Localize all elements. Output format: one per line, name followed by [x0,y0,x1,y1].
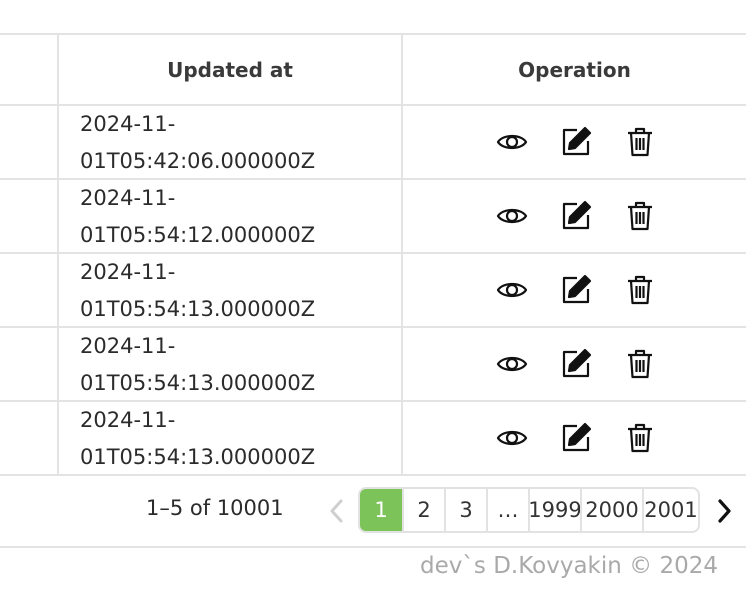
delete-button[interactable] [623,199,656,232]
view-button[interactable] [495,273,528,306]
edit-icon [562,126,591,155]
view-button[interactable] [495,125,528,158]
page-button-3[interactable]: 3 [444,489,486,531]
updated-at-line: 01T05:54:13.000000Z [80,445,316,469]
updated-at-cell: 2024-11- 01T05:54:13.000000Z [80,402,400,476]
next-page-button[interactable] [712,496,736,526]
delete-button[interactable] [623,347,656,380]
updated-at-line: 01T05:54:12.000000Z [80,223,316,247]
updated-at-cell: 2024-11- 01T05:54:13.000000Z [80,254,400,328]
updated-at-line: 2024-11- [80,112,176,136]
trash-icon [627,201,652,230]
page-ellipsis[interactable]: … [486,489,528,531]
row-operations [495,347,656,380]
page-button-2001[interactable]: 2001 [642,489,698,531]
chevron-right-icon [718,499,731,523]
trash-icon [627,275,652,304]
row-operations [495,125,656,158]
view-button[interactable] [495,347,528,380]
eye-icon [496,282,527,297]
eye-icon [496,134,527,149]
edit-icon [562,348,591,377]
table-row: 2024-11- 01T05:54:13.000000Z [0,328,746,400]
prev-page-button[interactable] [325,496,349,526]
eye-icon [496,430,527,445]
view-button[interactable] [495,421,528,454]
eye-icon [496,356,527,371]
page-button-2[interactable]: 2 [402,489,444,531]
row-operations [495,421,656,454]
trash-icon [627,349,652,378]
trash-icon [627,423,652,452]
edit-icon [562,200,591,229]
updated-at-line: 2024-11- [80,260,176,284]
updated-at-line: 01T05:54:13.000000Z [80,371,316,395]
row-operations [495,199,656,232]
trash-icon [627,127,652,156]
updated-at-cell: 2024-11- 01T05:54:12.000000Z [80,180,400,254]
updated-at-line: 01T05:54:13.000000Z [80,297,316,321]
edit-button[interactable] [559,125,592,158]
column-header-updated-at[interactable]: Updated at [59,35,401,104]
updated-at-line: 2024-11- [80,408,176,432]
updated-at-line: 01T05:42:06.000000Z [80,149,316,173]
table-row: 2024-11- 01T05:54:13.000000Z [0,254,746,326]
page-button-2000[interactable]: 2000 [580,489,642,531]
delete-button[interactable] [623,421,656,454]
table-row: 2024-11- 01T05:42:06.000000Z [0,106,746,178]
updated-at-cell: 2024-11- 01T05:54:13.000000Z [80,328,400,402]
page-buttons: 1 2 3… 1999 2000 2001 [358,487,700,533]
delete-button[interactable] [623,125,656,158]
column-header-operation: Operation [518,57,631,82]
view-button[interactable] [495,199,528,232]
updated-at-line: 2024-11- [80,334,176,358]
table-row: 2024-11- 01T05:54:13.000000Z [0,402,746,474]
edit-icon [562,422,591,451]
edit-button[interactable] [559,273,592,306]
edit-button[interactable] [559,199,592,232]
eye-icon [496,208,527,223]
pagination-range: 1–5 of 10001 [146,496,284,520]
page-button-1999[interactable]: 1999 [528,489,582,531]
table-row: 2024-11- 01T05:54:12.000000Z [0,180,746,252]
footer-copyright: dev`s D.Kovyakin © 2024 [420,553,718,579]
page-button-1[interactable]: 1 [360,489,402,531]
footer-divider [0,546,746,548]
edit-button[interactable] [559,421,592,454]
updated-at-cell: 2024-11- 01T05:42:06.000000Z [80,106,400,180]
updated-at-line: 2024-11- [80,186,176,210]
edit-icon [562,274,591,303]
edit-button[interactable] [559,347,592,380]
row-operations [495,273,656,306]
chevron-left-icon [330,499,343,523]
delete-button[interactable] [623,273,656,306]
